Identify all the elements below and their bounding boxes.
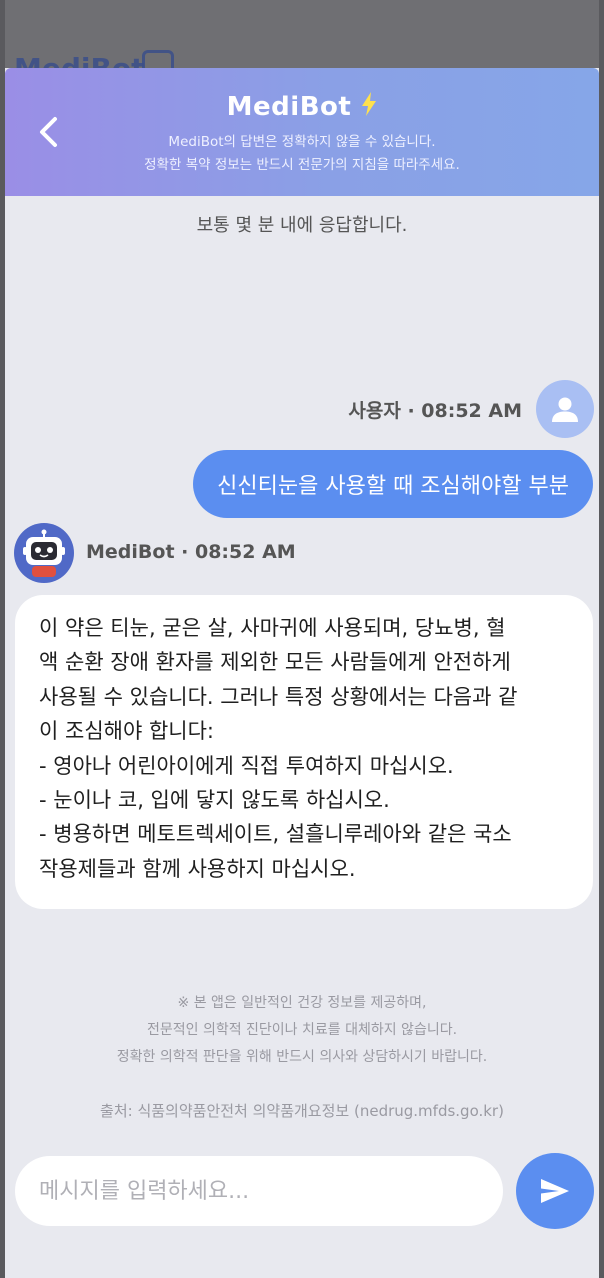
person-icon (552, 397, 578, 422)
chat-header: MediBot MediBot의 답변은 정확하지 않을 수 있습니다. 정확한… (5, 68, 599, 196)
bot-message-line: 이 조심해야 합니다: (39, 719, 214, 744)
bot-message-meta: MediBot · 08:52 AM (86, 541, 296, 563)
bot-message-line: 사용될 수 있습니다. 그러나 특정 상황에서는 다음과 같 (39, 684, 518, 709)
robot-icon (23, 529, 65, 577)
bot-message-line: - 영아나 어린아이에게 직접 투여하지 마십시오. (39, 753, 454, 778)
right-edge (599, 0, 604, 1278)
background-app-header: MediBot (0, 0, 604, 68)
background-title: MediBot (14, 52, 144, 68)
bot-message-bubble: 이 약은 티눈, 굳은 살, 사마귀에 사용되며, 당뇨병, 혈 액 순환 장애… (15, 595, 593, 909)
send-icon (541, 1179, 569, 1203)
bot-message-line: 액 순환 장애 환자를 제외한 모든 사람들에게 안전하게 (39, 650, 511, 675)
chat-title-text: MediBot (226, 92, 352, 122)
response-time-note: 보통 몇 분 내에 응답합니다. (196, 215, 408, 236)
send-button[interactable] (516, 1153, 594, 1229)
bot-message-line: 이 약은 티눈, 굳은 살, 사마귀에 사용되며, 당뇨병, 혈 (39, 616, 506, 640)
user-avatar (536, 380, 594, 438)
disclaimer-line3: 정확한 의학적 판단을 위해 반드시 의사와 상담하시기 바랍니다. (116, 1049, 488, 1065)
disclaimer-line1: ※ 본 앱은 일반적인 건강 정보를 제공하며, (177, 995, 427, 1011)
bot-message-line: - 눈이나 코, 입에 닿지 않도록 하십시오. (39, 788, 390, 813)
user-message-bubble: 신신티눈을 사용할 때 조심해야할 부분 (193, 450, 593, 518)
source-note: 출처: 식품의약품안전처 의약품개요정보 (nedrug.mfds.go.kr) (100, 1102, 504, 1120)
message-input[interactable] (15, 1156, 503, 1226)
background-robot-icon (142, 50, 174, 68)
bot-message-line: 작용제들과 함께 사용하지 마십시오. (39, 856, 356, 881)
user-message-meta: 사용자 · 08:52 AM (348, 400, 522, 422)
bot-avatar (14, 523, 74, 583)
header-disclaimer-line2: 정확한 복약 정보는 반드시 전문가의 지침을 따라주세요. (144, 157, 460, 173)
bot-message-line: - 병용하면 메토트렉세이트, 설흘니루레아와 같은 국소 (39, 822, 512, 847)
user-message-text: 신신티눈을 사용할 때 조심해야할 부분 (217, 474, 569, 499)
chat-title: MediBot (5, 92, 599, 123)
lightning-bolt-icon (361, 92, 377, 123)
disclaimer-line2: 전문적인 의학적 진단이나 치료를 대체하지 않습니다. (146, 1022, 458, 1038)
header-disclaimer-line1: MediBot의 답변은 정확하지 않을 수 있습니다. (168, 134, 436, 150)
